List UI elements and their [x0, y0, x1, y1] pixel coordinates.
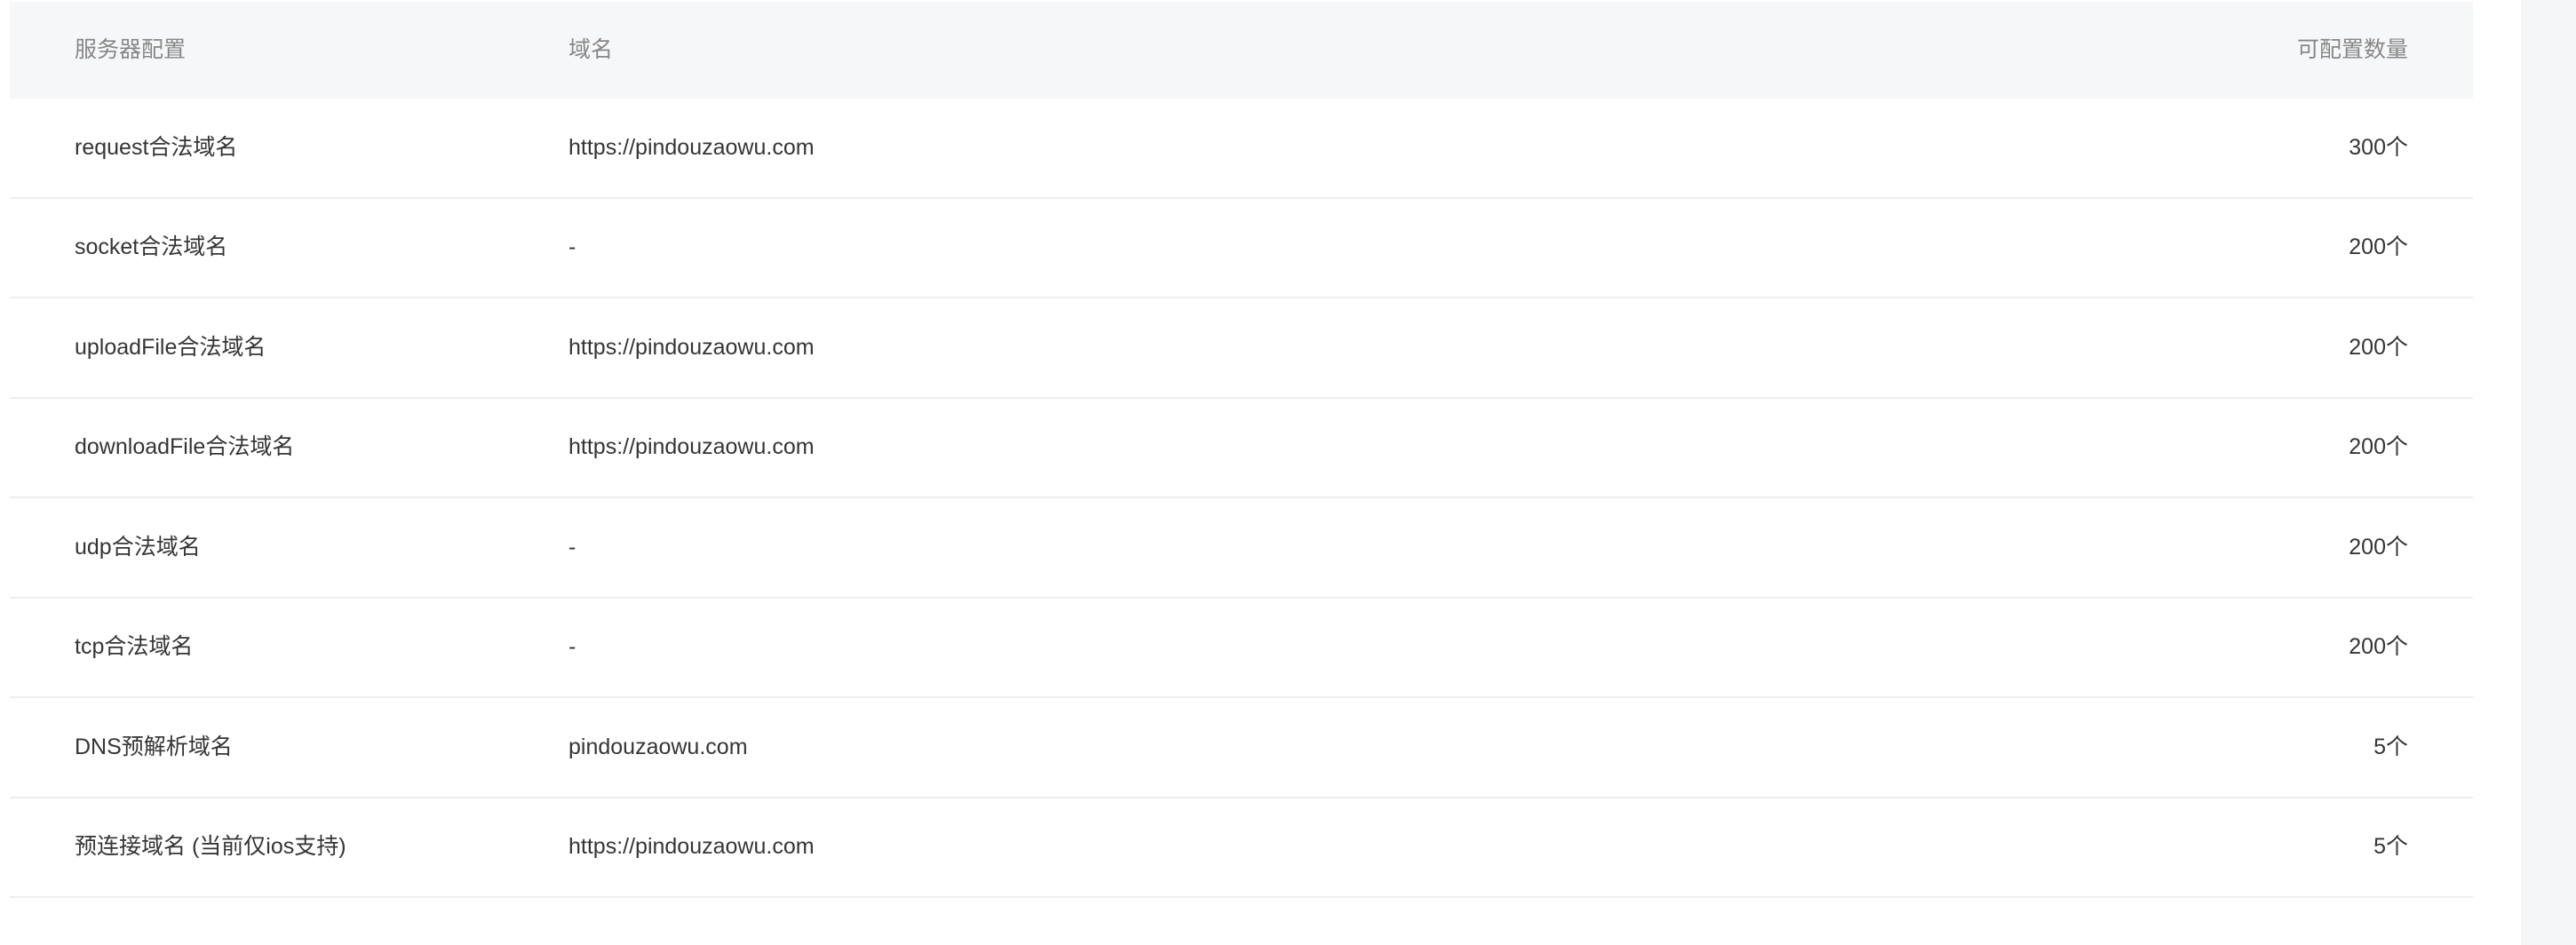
table-row: udp合法域名 - 200个 [10, 498, 2473, 599]
row-config-name: udp合法域名 [75, 534, 201, 560]
row-domain-value: https://pindouzaowu.com [568, 834, 815, 860]
row-config-name: downloadFile合法域名 [75, 434, 295, 460]
row-config-name: socket合法域名 [75, 234, 228, 260]
row-count-value: 200个 [2349, 634, 2408, 660]
row-config-name: tcp合法域名 [75, 634, 194, 660]
row-domain-value: https://pindouzaowu.com [568, 334, 815, 360]
row-domain-value: - [568, 634, 576, 660]
row-count-value: 5个 [2373, 834, 2408, 860]
row-count-value: 200个 [2349, 234, 2408, 260]
table-row: 预连接域名 (当前仅ios支持) https://pindouzaowu.com… [10, 798, 2473, 898]
table-header: 服务器配置 域名 可配置数量 [10, 2, 2473, 99]
header-server-config: 服务器配置 [75, 37, 187, 62]
row-count-value: 200个 [2349, 434, 2408, 460]
row-config-name: 预连接域名 (当前仅ios支持) [75, 834, 346, 860]
table-row: socket合法域名 - 200个 [10, 199, 2473, 298]
table-row: tcp合法域名 - 200个 [10, 599, 2473, 698]
row-domain-value: https://pindouzaowu.com [568, 134, 815, 160]
header-configurable-count: 可配置数量 [2296, 37, 2408, 62]
vertical-scrollbar[interactable] [2521, 0, 2576, 945]
table-row: uploadFile合法域名 https://pindouzaowu.com 2… [10, 298, 2473, 399]
row-count-value: 300个 [2349, 134, 2408, 160]
row-count-value: 200个 [2349, 334, 2408, 360]
row-count-value: 200个 [2349, 534, 2408, 560]
table-row: downloadFile合法域名 https://pindouzaowu.com… [10, 399, 2473, 498]
table-row: DNS预解析域名 pindouzaowu.com 5个 [10, 698, 2473, 798]
row-config-name: request合法域名 [75, 134, 238, 160]
row-domain-value: https://pindouzaowu.com [568, 434, 815, 460]
row-config-name: DNS预解析域名 [75, 734, 233, 759]
row-domain-value: - [568, 534, 576, 560]
row-domain-value: pindouzaowu.com [568, 734, 748, 759]
row-count-value: 5个 [2373, 734, 2408, 759]
table-row: request合法域名 https://pindouzaowu.com 300个 [10, 99, 2473, 199]
row-domain-value: - [568, 234, 576, 260]
row-config-name: uploadFile合法域名 [75, 334, 266, 360]
server-domain-table: 服务器配置 域名 可配置数量 request合法域名 https://pindo… [10, 2, 2473, 898]
header-domain: 域名 [568, 37, 614, 62]
